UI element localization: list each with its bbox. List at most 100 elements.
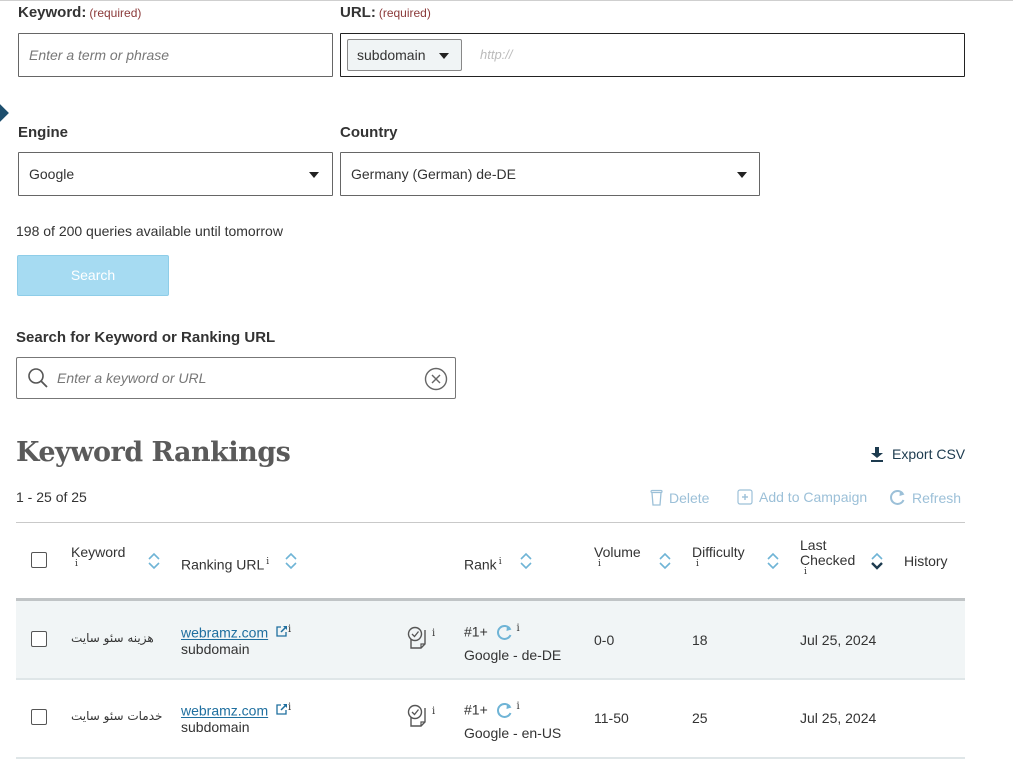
download-icon (871, 447, 883, 462)
info-icon[interactable]: i (75, 560, 125, 569)
difficulty-cell: 25 (692, 710, 708, 726)
ranking-url-cell: webramz.com i subdomain (181, 624, 291, 657)
chevron-down-icon (309, 172, 319, 178)
keyword-rankings-title: Keyword Rankings (16, 437, 291, 468)
external-link-icon[interactable] (275, 625, 288, 638)
sort-desc-icon[interactable] (870, 551, 884, 571)
last-checked-header-line1: Last (800, 537, 827, 553)
delete-button[interactable]: Delete (650, 489, 709, 506)
sidebar-toggle-marker[interactable] (0, 103, 9, 123)
ranking-url-link[interactable]: webramz.com (181, 703, 268, 719)
info-icon[interactable]: i (499, 557, 502, 567)
ranking-url-cell: webramz.com i subdomain (181, 702, 291, 735)
info-icon[interactable]: i (266, 557, 269, 567)
difficulty-cell: 18 (692, 632, 708, 648)
clear-icon[interactable] (424, 367, 448, 391)
url-required-note: (required) (378, 6, 431, 20)
url-input[interactable]: subdomain http:// (340, 33, 965, 77)
column-header-difficulty[interactable]: Difficulty i (692, 544, 745, 569)
search-button[interactable]: Search (17, 255, 169, 296)
keyword-label-text: Keyword: (18, 4, 87, 21)
info-icon[interactable]: i (517, 623, 520, 634)
keyword-placeholder: Enter a term or phrase (29, 47, 170, 63)
results-count: 1 - 25 of 25 (16, 489, 87, 505)
ranking-url-header-label: Ranking URL (181, 556, 265, 573)
keyword-cell: خدمات سئو سایت (71, 709, 163, 723)
keyword-required-note: (required) (89, 6, 142, 20)
row-checkbox[interactable] (31, 631, 47, 647)
url-placeholder: http:// (480, 47, 513, 62)
row-divider (16, 757, 965, 759)
column-header-rank[interactable]: Rank i (464, 555, 502, 573)
column-header-ranking-url[interactable]: Ranking URL i (181, 555, 269, 573)
keyword-label: Keyword: (required) (18, 4, 141, 21)
url-type-select[interactable]: subdomain (347, 39, 462, 71)
trash-icon (650, 489, 663, 506)
rank-cell: #1+ i Google - de-DE (464, 623, 561, 663)
add-to-campaign-button[interactable]: Add to Campaign (737, 489, 867, 505)
external-link-icon[interactable] (275, 703, 288, 716)
url-type-text: subdomain (181, 640, 250, 657)
difficulty-header-label: Difficulty (692, 544, 745, 560)
sort-icon[interactable] (766, 551, 780, 571)
row-checkbox[interactable] (31, 709, 47, 725)
sort-icon[interactable] (284, 551, 298, 571)
column-header-keyword[interactable]: Keyword i (71, 545, 125, 569)
engine-value: Google (29, 166, 75, 182)
sort-icon[interactable] (147, 551, 161, 571)
filter-label: Search for Keyword or Ranking URL (16, 329, 276, 346)
sort-icon[interactable] (658, 551, 672, 571)
rank-value: #1+ (464, 623, 488, 640)
chevron-down-icon (439, 53, 449, 59)
engine-locale-text: Google - de-DE (464, 647, 562, 664)
rank-value: #1+ (464, 701, 488, 718)
last-checked-cell: Jul 25, 2024 (800, 632, 877, 648)
select-all-checkbox[interactable] (31, 552, 47, 568)
url-label: URL: (required) (340, 4, 431, 21)
keyword-cell: هزینه سئو سایت (71, 631, 154, 645)
export-csv-button[interactable]: Export CSV (870, 446, 965, 462)
country-label: Country (340, 124, 398, 141)
rank-header-label: Rank (464, 556, 497, 573)
info-icon[interactable]: i (288, 702, 291, 713)
info-icon[interactable]: i (517, 701, 520, 712)
chevron-down-icon (737, 172, 747, 178)
last-checked-cell: Jul 25, 2024 (800, 710, 877, 726)
engine-locale-text: Google - en-US (464, 725, 562, 742)
country-select[interactable]: Germany (German) de-DE (340, 152, 760, 196)
info-icon[interactable]: i (288, 624, 291, 635)
url-type-value: subdomain (357, 47, 426, 63)
engine-select[interactable]: Google (18, 152, 333, 196)
column-header-volume[interactable]: Volume i (594, 545, 641, 569)
refresh-rank-icon[interactable] (496, 624, 513, 641)
refresh-button[interactable]: Refresh (889, 489, 961, 506)
refresh-rank-icon[interactable] (496, 702, 513, 719)
info-icon[interactable]: i (432, 706, 435, 717)
info-icon[interactable]: i (804, 568, 855, 577)
engine-label: Engine (18, 124, 69, 141)
ranking-url-link[interactable]: webramz.com (181, 625, 268, 641)
info-icon[interactable]: i (598, 560, 641, 569)
info-icon[interactable]: i (432, 628, 435, 639)
rank-cell: #1+ i Google - en-US (464, 701, 561, 741)
sort-icon[interactable] (519, 551, 533, 571)
column-header-last-checked[interactable]: Last Checked i (800, 537, 856, 577)
filter-placeholder: Enter a keyword or URL (57, 370, 207, 386)
last-checked-header-line2: Checked (800, 552, 856, 568)
country-value: Germany (German) de-DE (351, 166, 516, 182)
table-top-border (16, 522, 965, 523)
add-to-campaign-label: Add to Campaign (759, 489, 868, 505)
keyword-input[interactable]: Enter a term or phrase (18, 33, 333, 77)
add-square-icon (737, 489, 753, 505)
volume-cell: 0-0 (594, 632, 615, 648)
info-icon[interactable]: i (696, 560, 745, 569)
top-divider (0, 0, 1013, 1)
refresh-label: Refresh (912, 489, 962, 506)
column-header-history: History (904, 553, 948, 569)
filter-search-input[interactable]: Enter a keyword or URL (16, 357, 456, 399)
page-check-icon[interactable] (406, 704, 430, 730)
page-check-icon[interactable] (406, 626, 430, 652)
volume-cell: 11-50 (594, 710, 629, 726)
url-label-text: URL: (340, 4, 376, 21)
url-type-text: subdomain (181, 718, 250, 735)
